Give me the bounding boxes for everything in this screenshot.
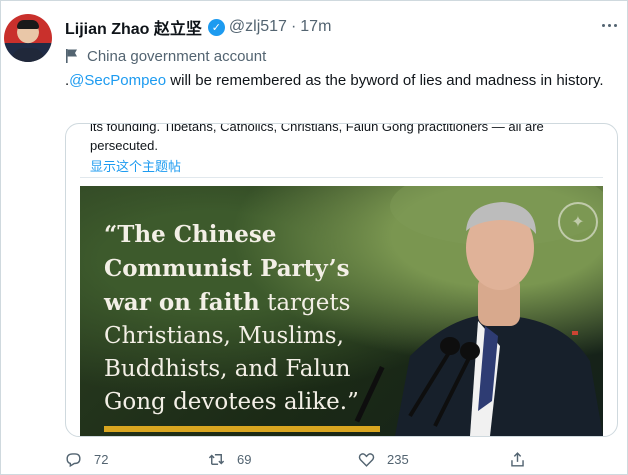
image-quote-line-6: Gong devotees alike.” [104,389,359,415]
mention-link[interactable]: @SecPompeo [69,72,166,89]
avatar-hair [17,20,39,29]
image-quote-line-4: Christians, Muslims, [104,323,344,349]
flag-icon [66,49,77,63]
retweet-count: 69 [237,451,252,467]
image-quote: “The Chinese Communist Party’s war on fa… [104,218,404,419]
share-button[interactable] [508,448,527,470]
share-icon [511,451,524,467]
account-label[interactable]: China government account [65,46,266,66]
tweet-header: Lijian Zhao 赵立坚 ✓ @zlj517 · 17m [65,16,331,38]
reply-count: 72 [94,451,109,467]
reply-button[interactable]: 72 [64,448,108,470]
tweet-text: .@SecPompeo will be remembered as the by… [65,70,613,92]
avatar[interactable] [4,14,52,62]
quoted-tweet-text: its founding. Tibetans, Catholics, Chris… [90,123,544,153]
state-department-seal: ✦ [558,202,598,242]
like-button[interactable]: 235 [357,448,409,470]
avatar-suit [12,48,44,62]
like-count: 235 [387,451,409,467]
quoted-media-image[interactable]: ✦ “The Chinese Communist Party’s war on … [80,186,603,436]
more-icon[interactable] [598,14,620,36]
gold-accent-bar [104,426,380,432]
image-quote-line-5: Buddhists, and Falun [104,356,351,382]
retweet-icon [208,453,225,465]
card-divider [80,177,603,178]
tweet-body: will be remembered as the byword of lies… [166,72,604,89]
verified-icon: ✓ [207,18,225,36]
show-thread-link[interactable]: 显示这个主题帖 [90,156,181,175]
header-separator: · [290,18,297,35]
tweet-actions: 72 69 235 [64,448,564,470]
reply-icon [66,452,81,467]
image-quote-line-2: Communist Party’s [104,255,350,282]
quoted-tweet-card[interactable]: its founding. Tibetans, Catholics, Chris… [65,123,618,437]
account-label-text: China government account [87,47,267,65]
retweet-button[interactable]: 69 [207,448,251,470]
tweet-timestamp[interactable]: 17m [300,18,331,36]
author-name[interactable]: Lijian Zhao 赵立坚 [65,15,202,39]
like-icon [358,452,375,467]
image-quote-line-1: “The Chinese [104,221,277,248]
author-handle[interactable]: @zlj517 [229,18,287,36]
image-quote-line-3: war on faith targets [104,289,351,316]
